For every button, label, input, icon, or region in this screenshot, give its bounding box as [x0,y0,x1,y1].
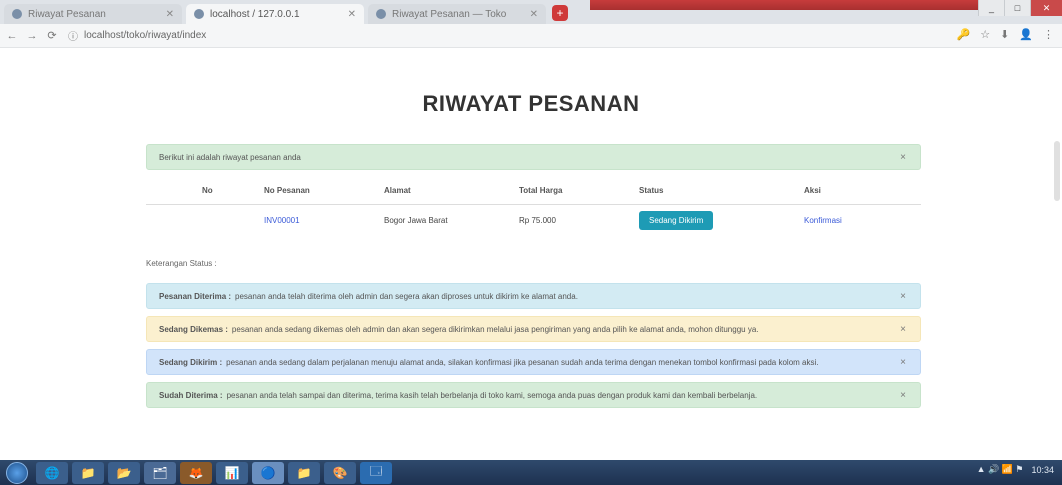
window-controls: _ □ ✕ [978,0,1062,16]
column-header: Aksi [796,178,921,205]
url-text: localhost/toko/riwayat/index [84,30,207,41]
start-button[interactable] [6,461,28,484]
column-header: No [146,178,256,205]
confirm-link[interactable]: Konfirmasi [796,204,921,236]
browser-tab-1[interactable]: Riwayat Pesanan ✕ [4,4,182,24]
address-cell: Bogor Jawa Barat [384,215,448,225]
address-bar[interactable]: ⓘ localhost/toko/riwayat/index [68,27,888,45]
favicon-icon [12,9,22,19]
close-icon[interactable]: × [900,324,906,335]
close-tab-icon[interactable]: ✕ [530,9,538,20]
note-text: pesanan anda telah diterima oleh admin d… [235,291,578,301]
favicon-icon [376,9,386,19]
taskbar-app-chart-icon[interactable]: 📊 [216,461,248,484]
note-title: Sedang Dikirim : [159,357,223,367]
close-window-button[interactable]: ✕ [1030,0,1062,16]
tray-icons[interactable]: ▲ 🔊 📶 ⚑ [977,464,1024,475]
system-tray: ▲ 🔊 📶 ⚑ 10:34 [977,464,1054,475]
note-alert-warning: Sedang Dikemas : pesanan anda sedang dik… [146,316,921,342]
maximize-button[interactable]: □ [1004,0,1030,16]
taskbar-app-folder2-icon[interactable]: 📁 [288,461,320,484]
site-info-icon[interactable]: ⓘ [68,28,78,43]
scrollbar[interactable] [1054,141,1060,201]
tab-label: Riwayat Pesanan [28,8,106,20]
order-number-link[interactable]: INV00001 [256,204,376,236]
column-header: Status [631,178,796,205]
note-alert-success: Sudah Diterima : pesanan anda telah samp… [146,382,921,408]
tab-label: localhost / 127.0.0.1 [210,8,300,20]
taskbar-app-chrome-icon[interactable]: 🔵 [252,461,284,484]
close-icon[interactable]: × [900,152,906,163]
taskbar-app-folder-icon[interactable]: 📂 [108,461,140,484]
browser-tab-3[interactable]: Riwayat Pesanan — Toko ✕ [368,4,546,24]
browser-window: Riwayat Pesanan ✕ localhost / 127.0.0.1 … [0,0,1062,485]
reload-icon[interactable]: ⟳ [44,29,60,42]
table-header-row: No No Pesanan Alamat Total Harga Status … [146,178,921,205]
status-button[interactable]: Sedang Dikirim [639,210,714,230]
column-header: Alamat [376,178,511,205]
taskbar-app-firefox-icon[interactable]: 🦊 [180,461,212,484]
tab-label: Riwayat Pesanan — Toko [392,8,507,20]
success-alert: Berikut ini adalah riwayat pesanan anda … [146,144,921,170]
profile-icon[interactable]: 👤 [1019,28,1033,41]
total-price-cell: Rp 75.000 [519,215,556,225]
note-text: pesanan anda sedang dikemas oleh admin d… [231,324,759,334]
new-tab-button[interactable]: + [552,5,568,21]
note-text: pesanan anda telah sampai dan diterima, … [226,390,758,400]
clock[interactable]: 10:34 [1031,465,1054,475]
close-icon[interactable]: × [900,357,906,368]
note-title: Sudah Diterima : [159,390,223,400]
taskbar-app-files-icon[interactable]: 🗂 [144,461,176,484]
title-bar-highlight [590,0,982,10]
note-title: Pesanan Diterima : [159,291,232,301]
status-notes-label: Keterangan Status : [146,259,217,268]
status-cell: Sedang Dikirim [631,204,796,236]
taskbar-app-window-icon[interactable]: 🗔 [360,461,392,484]
note-text: pesanan anda sedang dalam perjalanan men… [226,357,819,367]
key-icon[interactable]: 🔑 [957,28,971,41]
taskbar-app-ie-icon[interactable]: 🌐 [36,461,68,484]
back-arrow-icon[interactable]: ← [4,30,20,42]
orders-table: No No Pesanan Alamat Total Harga Status … [146,178,921,236]
taskbar-app-paint-icon[interactable]: 🎨 [324,461,356,484]
column-header: Total Harga [511,178,631,205]
taskbar-app-explorer-icon[interactable]: 📁 [72,461,104,484]
note-alert-info: Pesanan Diterima : pesanan anda telah di… [146,283,921,309]
toolbar-icons: 🔑 ☆ ⬇ 👤 ⋮ [957,28,1055,41]
close-tab-icon[interactable]: ✕ [348,9,356,20]
column-header: No Pesanan [256,178,376,205]
row-number [146,204,256,236]
note-alert-primary: Sedang Dikirim : pesanan anda sedang dal… [146,349,921,375]
menu-icon[interactable]: ⋮ [1043,28,1054,41]
browser-tab-2[interactable]: localhost / 127.0.0.1 ✕ [186,4,364,24]
close-tab-icon[interactable]: ✕ [166,9,174,20]
note-title: Sedang Dikemas : [159,324,228,334]
forward-arrow-icon[interactable]: → [24,30,40,42]
alert-text: Berikut ini adalah riwayat pesanan anda [159,152,301,162]
page-content: RIWAYAT PESANAN Berikut ini adalah riway… [0,49,1062,460]
download-icon[interactable]: ⬇ [1000,28,1009,41]
favicon-icon [194,9,204,19]
browser-toolbar: ← → ⟳ ⓘ localhost/toko/riwayat/index 🔑 ☆… [0,24,1062,48]
taskbar: 🌐 📁 📂 🗂 🦊 📊 🔵 📁 🎨 🗔 ▲ 🔊 📶 ⚑ 10:34 [0,460,1062,485]
close-icon[interactable]: × [900,390,906,401]
page-title: RIWAYAT PESANAN [422,91,640,116]
minimize-button[interactable]: _ [978,0,1004,16]
table-row: INV00001 Bogor Jawa Barat Rp 75.000 Seda… [146,204,921,236]
bookmark-star-icon[interactable]: ☆ [980,28,990,41]
close-icon[interactable]: × [900,291,906,302]
